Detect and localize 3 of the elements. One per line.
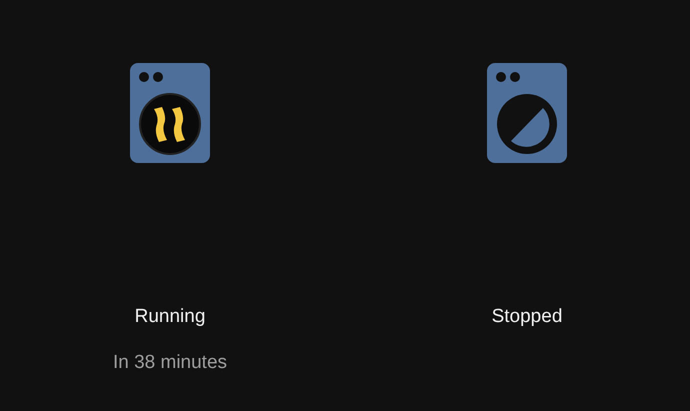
- status-label: Running: [134, 305, 206, 329]
- status-label: Stopped: [492, 305, 562, 329]
- time-remaining-text: In 38 minutes: [112, 351, 228, 375]
